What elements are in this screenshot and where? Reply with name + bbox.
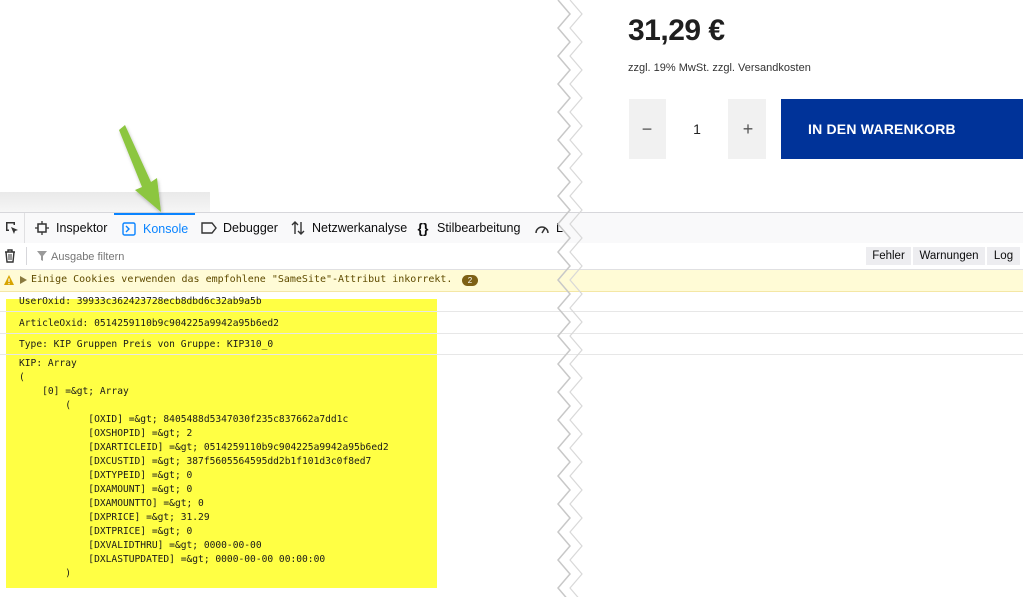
element-picker-icon bbox=[6, 222, 18, 234]
decrease-quantity-button[interactable]: − bbox=[629, 99, 665, 159]
quantity-input[interactable] bbox=[666, 99, 728, 159]
console-log-line: Type: KIP Gruppen Preis von Gruppe: KIP3… bbox=[0, 334, 1023, 355]
network-icon bbox=[290, 220, 306, 236]
clear-console-icon[interactable] bbox=[2, 248, 18, 264]
tax-note: zzgl. 19% MwSt. zzgl. Versandkosten bbox=[628, 62, 811, 74]
console-array-output: KIP: Array ( [0] =&gt; Array ( [OXID] =&… bbox=[19, 358, 389, 579]
console-log-line: ArticleOxid: 0514259110b9c904225a9942a95… bbox=[0, 312, 1023, 334]
debugger-icon bbox=[201, 220, 217, 236]
console-log-line: UserOxid: 39933c362423728ecb8dbd6c32ab9a… bbox=[0, 291, 1023, 312]
console-filter-input[interactable] bbox=[35, 246, 353, 268]
quantity-stepper: − + bbox=[629, 99, 766, 159]
separator bbox=[26, 247, 27, 265]
inspector-icon bbox=[34, 220, 50, 236]
filter-log-button[interactable]: Log bbox=[987, 247, 1020, 265]
devtools-toolbar: Inspektor Konsole Debugger Netzwerkanaly… bbox=[0, 212, 1023, 244]
warning-count-badge: 2 bbox=[462, 275, 478, 286]
filter-errors-button[interactable]: Fehler bbox=[866, 247, 911, 265]
style-editor-icon: {} bbox=[417, 220, 429, 236]
tab-performance[interactable]: L bbox=[534, 213, 563, 243]
console-icon bbox=[121, 221, 137, 237]
cookie-warning-message[interactable]: Einige Cookies verwenden das empfohlene … bbox=[0, 270, 1023, 292]
tab-stilbearbeitung[interactable]: {} Stilbearbeitung bbox=[415, 213, 521, 243]
tab-debugger[interactable]: Debugger bbox=[201, 213, 278, 243]
tab-inspektor[interactable]: Inspektor bbox=[34, 213, 107, 243]
expand-triangle-icon[interactable] bbox=[20, 276, 27, 284]
performance-icon bbox=[534, 220, 550, 236]
increase-quantity-button[interactable]: + bbox=[730, 99, 766, 159]
blurred-url-bar bbox=[0, 192, 210, 212]
element-picker-button[interactable] bbox=[0, 213, 25, 243]
warning-icon bbox=[4, 275, 14, 285]
product-price: 31,29 € bbox=[628, 14, 725, 47]
tab-netzwerkanalyse[interactable]: Netzwerkanalyse bbox=[290, 213, 407, 243]
tab-konsole[interactable]: Konsole bbox=[114, 213, 196, 243]
add-to-cart-button[interactable]: IN DEN WARENKORB bbox=[781, 99, 1023, 159]
filter-warnings-button[interactable]: Warnungen bbox=[913, 247, 985, 265]
